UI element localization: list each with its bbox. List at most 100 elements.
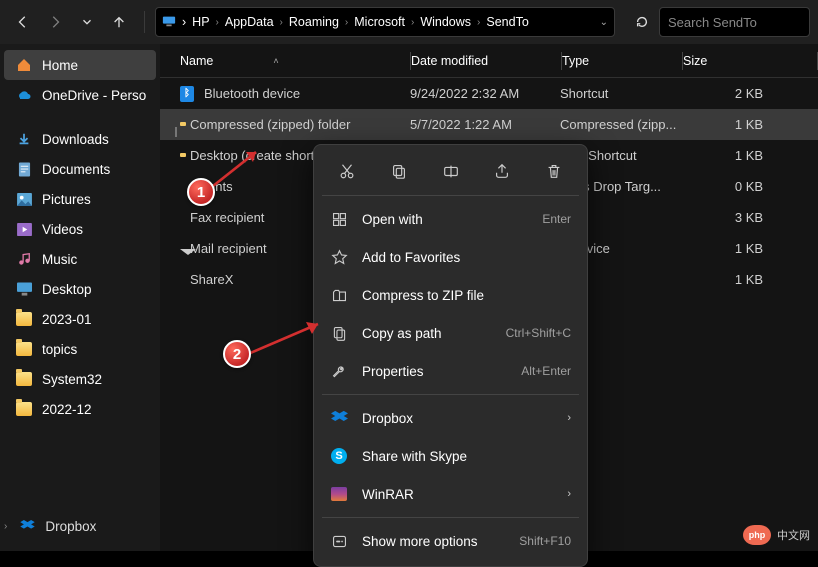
sidebar-documents[interactable]: Documents (0, 154, 160, 184)
skype-icon: S (330, 447, 348, 465)
download-icon (16, 131, 32, 147)
folder-icon (16, 401, 32, 417)
file-size: 0 KB (680, 179, 818, 194)
crumb-microsoft[interactable]: Microsoft (354, 15, 405, 29)
col-date[interactable]: Date modified (411, 54, 561, 68)
crumb-sendto[interactable]: SendTo (486, 15, 528, 29)
folder-icon (16, 341, 32, 357)
annotation-badge-2: 2 (223, 340, 251, 368)
col-type[interactable]: Type (562, 54, 682, 68)
rename-button[interactable] (434, 154, 468, 188)
toolbar: › HP› AppData› Roaming› Microsoft› Windo… (0, 0, 818, 44)
annotation-badge-1: 1 (187, 178, 215, 206)
search-input[interactable]: Search SendTo (659, 7, 810, 37)
share-button[interactable] (485, 154, 519, 188)
sidebar-folder-2023-01[interactable]: 2023-01 (0, 304, 160, 334)
star-icon (330, 248, 348, 266)
sidebar-videos[interactable]: Videos (0, 214, 160, 244)
file-name: Bluetooth device (204, 86, 300, 101)
delete-button[interactable] (537, 154, 571, 188)
document-icon (16, 161, 32, 177)
sidebar-downloads[interactable]: Downloads (0, 124, 160, 154)
chevron-right-icon: › (567, 488, 571, 500)
dropbox-icon (19, 518, 35, 534)
file-date: 5/7/2022 1:22 AM (410, 117, 560, 132)
col-size[interactable]: Size (683, 54, 817, 68)
winrar-icon (330, 485, 348, 503)
ctx-open-with[interactable]: Open withEnter (320, 200, 581, 238)
sidebar: Home OneDrive - Perso Downloads Document… (0, 44, 160, 551)
file-icon: ᛒ (180, 86, 194, 102)
sidebar-folder-system32[interactable]: System32 (0, 364, 160, 394)
file-size: 3 KB (680, 210, 818, 225)
file-row[interactable]: Compressed (zipped) folder 5/7/2022 1:22 … (160, 109, 818, 140)
dropbox-icon (330, 409, 348, 427)
music-icon (16, 251, 32, 267)
ctx-copy-path[interactable]: Copy as pathCtrl+Shift+C (320, 314, 581, 352)
sidebar-folder-topics[interactable]: topics (0, 334, 160, 364)
ctx-show-more[interactable]: Show more optionsShift+F10 (320, 522, 581, 560)
file-type: Shortcut (560, 86, 680, 101)
crumb-roaming[interactable]: Roaming (289, 15, 339, 29)
context-menu: Open withEnter Add to Favorites Compress… (313, 144, 588, 567)
file-size: 1 KB (680, 117, 818, 132)
zip-icon (330, 286, 348, 304)
watermark: php中文网 (743, 525, 810, 545)
refresh-button[interactable] (627, 7, 657, 37)
sidebar-desktop[interactable]: Desktop (0, 274, 160, 304)
folder-icon (16, 311, 32, 327)
crumb-appdata[interactable]: AppData (225, 15, 274, 29)
up-button[interactable] (104, 7, 134, 37)
sidebar-onedrive[interactable]: OneDrive - Perso (0, 80, 160, 110)
home-icon (16, 57, 32, 73)
more-icon (330, 532, 348, 550)
col-name[interactable]: Name˄ (160, 54, 410, 68)
video-icon (16, 221, 32, 237)
sidebar-home[interactable]: Home (4, 50, 156, 80)
sidebar-folder-2022-12[interactable]: 2022-12 (0, 394, 160, 424)
ctx-dropbox[interactable]: Dropbox› (320, 399, 581, 437)
recent-button[interactable] (72, 7, 102, 37)
expand-icon[interactable]: › (4, 521, 7, 532)
file-date: 9/24/2022 2:32 AM (410, 86, 560, 101)
pc-icon (162, 14, 176, 31)
context-quick-actions (320, 151, 581, 191)
file-name: ShareX (190, 272, 233, 287)
folder-icon (16, 371, 32, 387)
file-size: 2 KB (680, 86, 818, 101)
cut-button[interactable] (330, 154, 364, 188)
cloud-icon (16, 87, 32, 103)
file-size: 1 KB (680, 148, 818, 163)
chevron-right-icon: › (567, 412, 571, 424)
sidebar-pictures[interactable]: Pictures (0, 184, 160, 214)
file-name: Fax recipient (190, 210, 264, 225)
copy-path-icon (330, 324, 348, 342)
file-row[interactable]: ᛒ Bluetooth device 9/24/2022 2:32 AMShortc… (160, 78, 818, 109)
column-headers: Name˄ Date modified Type Size (160, 44, 818, 78)
forward-button[interactable] (40, 7, 70, 37)
desktop-icon (16, 281, 32, 297)
wrench-icon (330, 362, 348, 380)
open-icon (330, 210, 348, 228)
ctx-winrar[interactable]: WinRAR› (320, 475, 581, 513)
copy-button[interactable] (382, 154, 416, 188)
ctx-compress-zip[interactable]: Compress to ZIP file (320, 276, 581, 314)
crumb-hp[interactable]: HP (192, 15, 209, 29)
file-name: Mail recipient (190, 241, 267, 256)
file-type: Compressed (zipp... (560, 117, 680, 132)
file-name: Compressed (zipped) folder (190, 117, 350, 132)
search-placeholder: Search SendTo (668, 15, 757, 30)
picture-icon (16, 191, 32, 207)
file-size: 1 KB (680, 241, 818, 256)
sort-asc-icon: ˄ (273, 56, 278, 66)
ctx-share-skype[interactable]: SShare with Skype (320, 437, 581, 475)
sidebar-music[interactable]: Music (0, 244, 160, 274)
ctx-properties[interactable]: PropertiesAlt+Enter (320, 352, 581, 390)
breadcrumb[interactable]: › HP› AppData› Roaming› Microsoft› Windo… (155, 7, 615, 37)
history-caret-icon[interactable]: ⌄ (600, 17, 608, 28)
sidebar-dropbox[interactable]: ›Dropbox (0, 511, 160, 541)
file-size: 1 KB (680, 272, 818, 287)
ctx-add-favorites[interactable]: Add to Favorites (320, 238, 581, 276)
crumb-windows[interactable]: Windows (420, 15, 471, 29)
back-button[interactable] (8, 7, 38, 37)
